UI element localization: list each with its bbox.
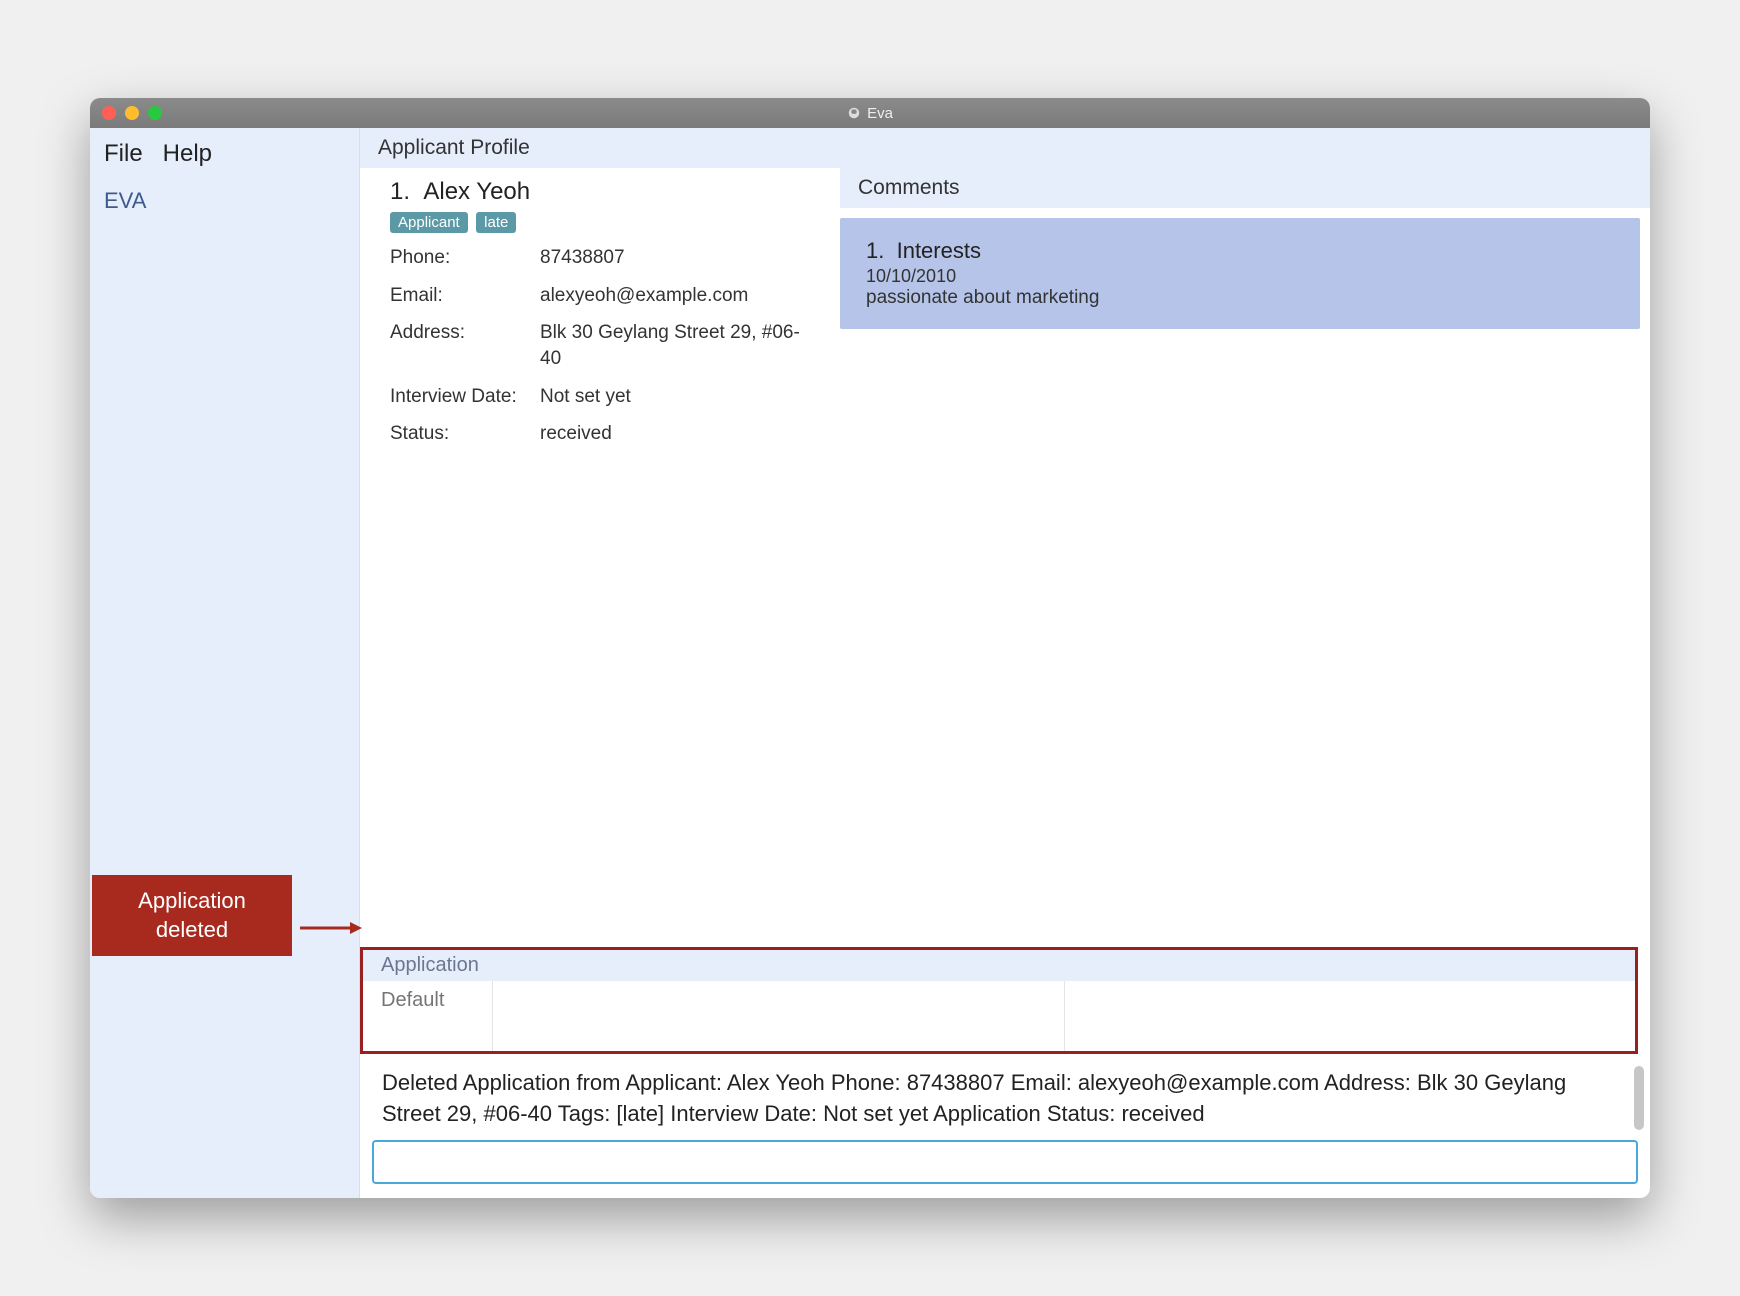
- body: File Help EVA Applicant Profile 1. Alex …: [90, 128, 1650, 1198]
- command-input-wrap: [360, 1140, 1650, 1198]
- comment-date: 10/10/2010: [866, 266, 1614, 287]
- maximize-icon[interactable]: [148, 106, 162, 120]
- comment-title: 1. Interests: [866, 238, 1614, 264]
- status-message-text: Deleted Application from Applicant: Alex…: [382, 1070, 1566, 1126]
- menu-file[interactable]: File: [104, 140, 143, 168]
- menu-help[interactable]: Help: [163, 140, 212, 168]
- minimize-icon[interactable]: [125, 106, 139, 120]
- comments-header: Comments: [840, 168, 1650, 208]
- field-phone: Phone: 87438807: [390, 245, 820, 271]
- field-interview-date: Interview Date: Not set yet: [390, 384, 820, 410]
- annotation-callout: Application deleted: [92, 875, 292, 956]
- field-value: alexyeoh@example.com: [540, 283, 820, 309]
- two-column: 1. Alex Yeoh Applicant late Phone: 87438…: [360, 168, 1650, 947]
- field-label: Email:: [390, 283, 540, 309]
- main: Applicant Profile 1. Alex Yeoh Applicant…: [360, 128, 1650, 1198]
- sidebar: File Help EVA: [90, 128, 360, 1198]
- field-label: Phone:: [390, 245, 540, 271]
- titlebar: Eva: [90, 98, 1650, 128]
- traffic-lights: [102, 106, 162, 120]
- comment-title-text: Interests: [897, 238, 981, 263]
- comments-panel: Comments 1. Interests 10/10/2010 passion…: [840, 168, 1650, 947]
- command-input[interactable]: [372, 1140, 1638, 1184]
- field-email: Email: alexyeoh@example.com: [390, 283, 820, 309]
- field-address: Address: Blk 30 Geylang Street 29, #06-4…: [390, 320, 820, 371]
- field-value: 87438807: [540, 245, 820, 271]
- close-icon[interactable]: [102, 106, 116, 120]
- callout-line: deleted: [110, 916, 274, 945]
- field-status: Status: received: [390, 421, 820, 447]
- app-window: Eva File Help EVA Applicant Profile 1. A…: [90, 98, 1650, 1198]
- brand-label: EVA: [104, 178, 345, 214]
- field-value: received: [540, 421, 820, 447]
- applicant-name: 1. Alex Yeoh: [390, 178, 820, 206]
- field-value: Blk 30 Geylang Street 29, #06-40: [540, 320, 820, 371]
- status-message: Deleted Application from Applicant: Alex…: [360, 1054, 1650, 1140]
- applicant-tags: Applicant late: [390, 212, 820, 233]
- application-header: Application: [363, 950, 1635, 981]
- arrow-icon: [300, 918, 362, 938]
- profile-header: Applicant Profile: [360, 128, 1650, 168]
- comment-body: passionate about marketing: [866, 287, 1614, 309]
- callout-line: Application: [110, 887, 274, 916]
- application-section: Application Default: [360, 947, 1638, 1054]
- profile-panel: 1. Alex Yeoh Applicant late Phone: 87438…: [360, 168, 840, 947]
- application-cell: [493, 981, 1065, 1051]
- menu-bar: File Help: [104, 136, 345, 178]
- tag: late: [476, 212, 516, 233]
- field-value: Not set yet: [540, 384, 820, 410]
- window-title: Eva: [90, 105, 1650, 122]
- applicant-name-text: Alex Yeoh: [423, 178, 530, 205]
- field-label: Status:: [390, 421, 540, 447]
- application-row: Default: [363, 981, 1635, 1051]
- scrollbar-thumb[interactable]: [1634, 1066, 1644, 1130]
- field-label: Interview Date:: [390, 384, 540, 410]
- comment-card: 1. Interests 10/10/2010 passionate about…: [840, 218, 1640, 329]
- app-icon: [847, 106, 861, 120]
- tag: Applicant: [390, 212, 468, 233]
- application-cell: Default: [363, 981, 493, 1051]
- window-title-text: Eva: [867, 105, 893, 122]
- field-label: Address:: [390, 320, 540, 371]
- applicant-index: 1.: [390, 178, 410, 205]
- comment-index: 1.: [866, 238, 884, 263]
- application-cell: [1065, 981, 1636, 1051]
